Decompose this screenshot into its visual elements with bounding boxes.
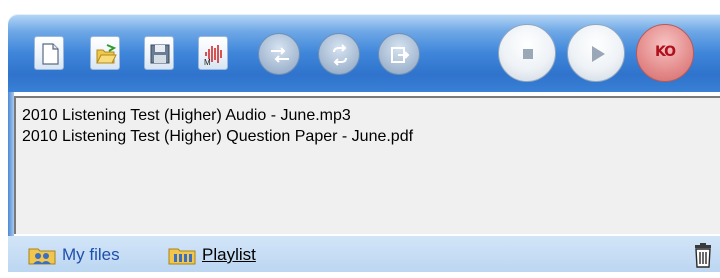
play-icon [592, 46, 605, 62]
folder-list-icon [168, 248, 196, 265]
list-item[interactable]: 2010 Listening Test (Higher) Question Pa… [16, 126, 413, 147]
repeat-button[interactable] [318, 33, 360, 75]
repeat-icon [333, 44, 347, 66]
tab-my-files-label: My files [62, 245, 120, 264]
file-list[interactable]: 2010 Listening Test (Higher) Audio - Jun… [14, 96, 720, 234]
export-icon [391, 47, 410, 63]
open-folder-icon [96, 44, 117, 64]
media-button[interactable]: M [198, 36, 228, 70]
media-player-window: M KO 2010 Listening Test (Higher) Audio … [0, 0, 720, 278]
play-button[interactable] [567, 24, 625, 82]
record-label: KO [654, 44, 676, 60]
list-item[interactable]: 2010 Listening Test (Higher) Audio - Jun… [16, 105, 413, 126]
save-button[interactable] [144, 36, 174, 70]
folder-users-icon [28, 248, 56, 265]
stop-icon [523, 49, 533, 59]
tab-bar: My files Playlist [8, 236, 720, 272]
audio-waveform-icon: M [204, 45, 222, 66]
export-button[interactable] [378, 33, 420, 75]
tab-playlist-label: Playlist [202, 245, 256, 264]
delete-button[interactable] [692, 242, 714, 268]
stop-button[interactable] [498, 24, 556, 82]
open-folder-button[interactable] [90, 36, 120, 70]
shuffle-button[interactable] [258, 33, 300, 75]
trash-icon [695, 243, 711, 268]
record-button[interactable]: KO [636, 24, 694, 82]
shuffle-icon [271, 47, 289, 63]
svg-text:M: M [204, 58, 211, 66]
new-document-icon [42, 43, 59, 65]
new-document-button[interactable] [34, 36, 64, 70]
save-disk-icon [150, 44, 170, 64]
